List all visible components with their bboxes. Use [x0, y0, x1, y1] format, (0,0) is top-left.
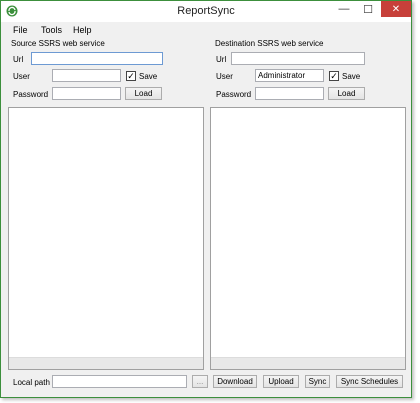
- destination-url-label: Url: [216, 55, 227, 64]
- browse-button[interactable]: ...: [192, 375, 208, 388]
- source-url-label: Url: [13, 55, 24, 64]
- destination-tree-view[interactable]: [210, 107, 406, 370]
- destination-password-field[interactable]: [255, 87, 324, 100]
- source-save-checkbox[interactable]: ✓: [126, 71, 136, 81]
- destination-url-field[interactable]: [231, 52, 365, 65]
- menu-tools[interactable]: Tools: [41, 25, 62, 35]
- close-button[interactable]: ✕: [381, 1, 411, 17]
- sync-button[interactable]: Sync: [305, 375, 330, 388]
- upload-button[interactable]: Upload: [263, 375, 299, 388]
- destination-save-checkbox[interactable]: ✓: [329, 71, 339, 81]
- maximize-button[interactable]: ☐: [356, 1, 380, 17]
- source-url-field[interactable]: [31, 52, 163, 65]
- destination-user-field[interactable]: Administrator: [255, 69, 324, 82]
- source-password-field[interactable]: [52, 87, 121, 100]
- destination-load-button[interactable]: Load: [328, 87, 365, 100]
- sync-schedules-button[interactable]: Sync Schedules: [336, 375, 403, 388]
- source-tree-view[interactable]: [8, 107, 204, 370]
- menu-help[interactable]: Help: [73, 25, 92, 35]
- source-user-label: User: [13, 72, 30, 81]
- destination-save-label: Save: [342, 72, 361, 81]
- destination-password-label: Password: [216, 90, 252, 99]
- destination-horizontal-scrollbar[interactable]: [211, 357, 405, 369]
- destination-group-title: Destination SSRS web service: [215, 39, 324, 48]
- local-path-field[interactable]: [52, 375, 187, 388]
- menu-file[interactable]: File: [13, 25, 28, 35]
- source-load-button[interactable]: Load: [125, 87, 162, 100]
- source-password-label: Password: [13, 90, 49, 99]
- local-path-label: Local path: [13, 378, 50, 387]
- source-user-field[interactable]: [52, 69, 121, 82]
- main-window: ReportSync — ☐ ✕ File Tools Help Source …: [0, 0, 412, 398]
- destination-user-label: User: [216, 72, 233, 81]
- download-button[interactable]: Download: [213, 375, 257, 388]
- source-group-title: Source SSRS web service: [11, 39, 105, 48]
- menu-bar: File Tools Help: [1, 22, 411, 38]
- minimize-button[interactable]: —: [332, 1, 356, 17]
- source-save-label: Save: [139, 72, 158, 81]
- title-bar[interactable]: ReportSync — ☐ ✕: [1, 1, 411, 22]
- source-horizontal-scrollbar[interactable]: [9, 357, 203, 369]
